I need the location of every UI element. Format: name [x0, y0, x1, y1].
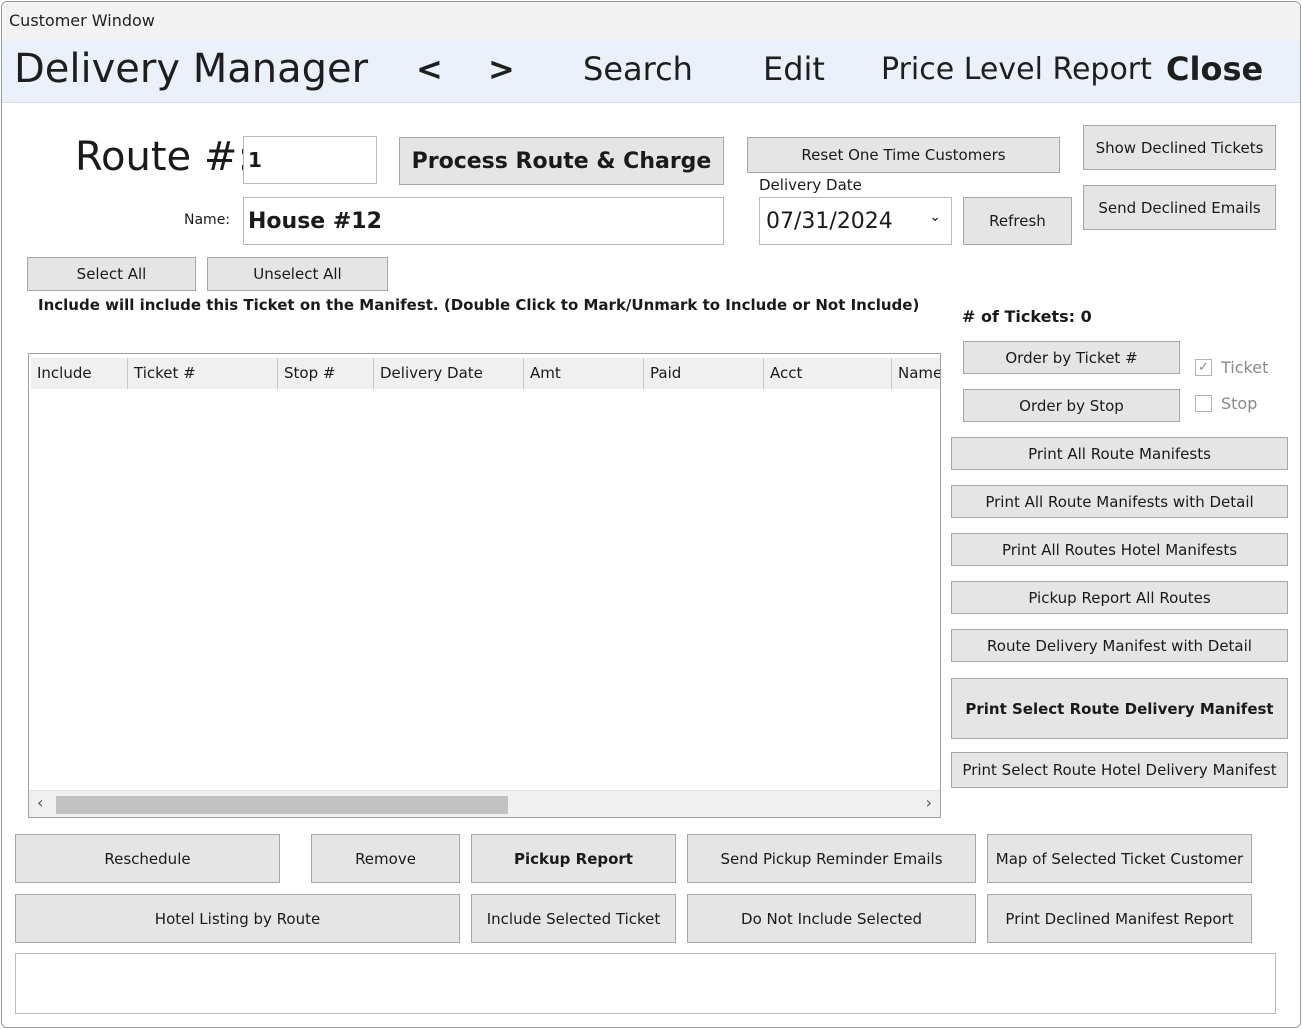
reschedule-button[interactable]: Reschedule: [15, 834, 280, 883]
close-menu-item[interactable]: Close: [1166, 50, 1263, 88]
status-message-box[interactable]: [15, 953, 1276, 1014]
chevron-down-icon[interactable]: ⌄: [929, 209, 941, 225]
ticket-checkbox[interactable]: ✓: [1195, 359, 1212, 376]
stop-checkbox-label: Stop: [1221, 394, 1258, 413]
hotel-listing-by-route-button[interactable]: Hotel Listing by Route: [15, 894, 460, 943]
column-header-acct[interactable]: Acct: [764, 358, 892, 389]
stop-checkbox[interactable]: [1195, 395, 1212, 412]
column-header-include[interactable]: Include: [31, 358, 128, 389]
pickup-report-all-routes-button[interactable]: Pickup Report All Routes: [951, 581, 1288, 614]
scrollbar-thumb[interactable]: [56, 796, 508, 814]
route-delivery-manifest-detail-button[interactable]: Route Delivery Manifest with Detail: [951, 629, 1288, 662]
remove-button[interactable]: Remove: [311, 834, 460, 883]
process-route-charge-button[interactable]: Process Route & Charge: [399, 137, 724, 185]
edit-menu-item[interactable]: Edit: [763, 50, 825, 88]
menu-bar: Delivery Manager < > Search Edit Price L…: [2, 40, 1300, 103]
column-header-name[interactable]: Name: [892, 358, 940, 389]
column-header-delivery-date[interactable]: Delivery Date: [374, 358, 524, 389]
prev-record-button[interactable]: <: [416, 50, 443, 88]
print-select-route-delivery-manifest-button[interactable]: Print Select Route Delivery Manifest: [951, 678, 1288, 739]
map-selected-ticket-customer-button[interactable]: Map of Selected Ticket Customer: [987, 834, 1252, 883]
print-select-route-hotel-manifest-button[interactable]: Print Select Route Hotel Delivery Manife…: [951, 752, 1288, 788]
route-name-label: Name:: [184, 212, 231, 228]
refresh-button[interactable]: Refresh: [963, 197, 1072, 245]
route-name-input[interactable]: House #12: [243, 197, 724, 245]
route-number-input[interactable]: 1: [243, 136, 377, 184]
route-number-label: Route #:: [75, 134, 251, 180]
order-by-ticket-button[interactable]: Order by Ticket #: [963, 341, 1180, 374]
window-title: Customer Window: [9, 11, 155, 30]
print-declined-manifest-report-button[interactable]: Print Declined Manifest Report: [987, 894, 1252, 943]
scroll-left-icon[interactable]: ‹: [37, 793, 43, 812]
print-all-route-manifests-button[interactable]: Print All Route Manifests: [951, 437, 1288, 470]
pickup-report-button[interactable]: Pickup Report: [471, 834, 676, 883]
price-level-report-menu-item[interactable]: Price Level Report: [881, 52, 1152, 87]
column-header-amt[interactable]: Amt: [524, 358, 644, 389]
search-menu-item[interactable]: Search: [583, 50, 693, 88]
include-selected-ticket-button[interactable]: Include Selected Ticket: [471, 894, 676, 943]
ticket-checkbox-label: Ticket: [1221, 358, 1269, 377]
tickets-count-label: # of Tickets: 0: [962, 307, 1092, 326]
column-header-stop[interactable]: Stop #: [278, 358, 374, 389]
send-declined-emails-button[interactable]: Send Declined Emails: [1083, 185, 1276, 230]
delivery-date-label: Delivery Date: [759, 176, 862, 194]
scroll-right-icon[interactable]: ›: [926, 793, 932, 812]
do-not-include-selected-button[interactable]: Do Not Include Selected: [687, 894, 976, 943]
delivery-date-picker[interactable]: 07/31/2024 ⌄: [759, 197, 952, 245]
delivery-date-value: 07/31/2024: [766, 208, 893, 234]
send-pickup-reminder-emails-button[interactable]: Send Pickup Reminder Emails: [687, 834, 976, 883]
print-all-routes-hotel-manifests-button[interactable]: Print All Routes Hotel Manifests: [951, 533, 1288, 566]
order-by-stop-button[interactable]: Order by Stop: [963, 389, 1180, 422]
customer-window: Customer Window Delivery Manager < > Sea…: [1, 1, 1301, 1028]
show-declined-tickets-button[interactable]: Show Declined Tickets: [1083, 125, 1276, 170]
title-bar: Customer Window: [2, 2, 1300, 40]
column-header-paid[interactable]: Paid: [644, 358, 764, 389]
app-title: Delivery Manager: [14, 46, 369, 92]
unselect-all-button[interactable]: Unselect All: [207, 257, 388, 291]
select-all-button[interactable]: Select All: [27, 257, 196, 291]
horizontal-scrollbar[interactable]: ‹ ›: [29, 790, 940, 817]
include-instructions-text: Include will include this Ticket on the …: [38, 296, 920, 314]
tickets-grid[interactable]: Include Ticket # Stop # Delivery Date Am…: [28, 353, 941, 818]
print-all-route-manifests-detail-button[interactable]: Print All Route Manifests with Detail: [951, 485, 1288, 518]
reset-one-time-customers-button[interactable]: Reset One Time Customers: [747, 137, 1060, 173]
next-record-button[interactable]: >: [488, 50, 515, 88]
column-header-ticket[interactable]: Ticket #: [128, 358, 278, 389]
